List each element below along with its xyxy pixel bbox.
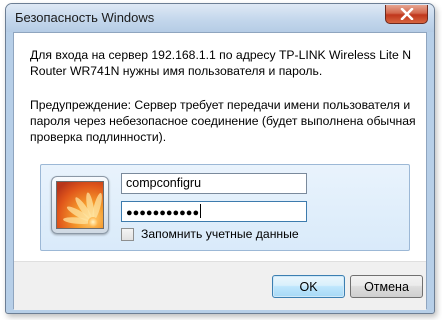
remember-label: Запомнить учетные данные: [141, 227, 299, 241]
close-button[interactable]: [385, 5, 428, 24]
credential-tile: compconfigru ●●●●●●●●●●● Запомнить учетн…: [40, 164, 410, 251]
dialog-body: Для входа на сервер 192.168.1.1 по адрес…: [13, 32, 427, 310]
password-field[interactable]: ●●●●●●●●●●●: [121, 201, 307, 222]
button-bar: OK Отмена: [14, 261, 426, 310]
ok-button[interactable]: OK: [272, 275, 345, 298]
username-value: compconfigru: [126, 176, 202, 190]
remember-checkbox[interactable]: [121, 227, 134, 241]
user-avatar-icon: [56, 181, 104, 229]
security-dialog: Безопасность Windows Для входа на сервер…: [5, 3, 435, 314]
close-icon: [400, 8, 414, 20]
window-title: Безопасность Windows: [15, 10, 155, 25]
username-field[interactable]: compconfigru: [121, 173, 307, 194]
password-value: ●●●●●●●●●●●: [126, 207, 200, 219]
avatar: [51, 176, 109, 234]
title-bar[interactable]: Безопасность Windows: [6, 4, 434, 32]
text-caret: [200, 204, 202, 218]
remember-credentials[interactable]: Запомнить учетные данные: [121, 227, 299, 241]
server-message: Для входа на сервер 192.168.1.1 по адрес…: [30, 48, 412, 78]
cancel-button[interactable]: Отмена: [350, 275, 423, 298]
security-warning: Предупреждение: Сервер требует передачи …: [30, 98, 416, 144]
